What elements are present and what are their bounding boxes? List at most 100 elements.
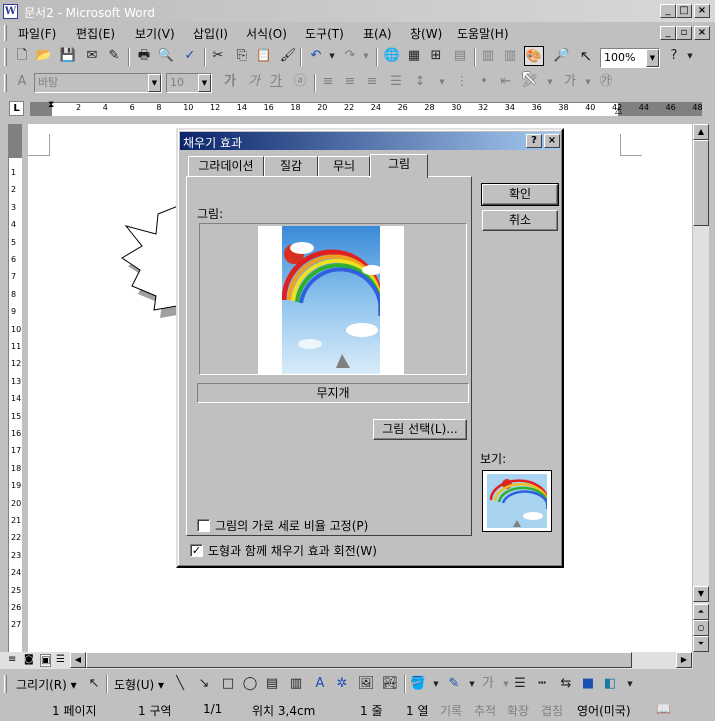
fill-color-icon[interactable]: 🪣 [408,674,428,694]
paste-icon[interactable]: 📋 [254,46,274,66]
status-ovr[interactable]: 겹침 [541,702,563,719]
toolbar-grip[interactable] [4,74,7,92]
draw-menu[interactable]: 그리기(R) ▾ [16,676,77,693]
status-rec[interactable]: 기록 [440,702,462,719]
clip-art-icon[interactable]: 🖼 [356,674,376,694]
justify-icon[interactable]: ☰ [386,72,406,92]
cut-icon[interactable]: ✂ [208,46,228,66]
show-hide-icon[interactable]: 🔎 [552,46,572,66]
save-icon[interactable]: 💾 [58,46,78,66]
hyperlink-icon[interactable]: 🌐 [382,46,402,66]
rotate-with-shape-label[interactable]: 도형과 함께 채우기 효과 회전(W) [208,542,377,559]
line-spacing-dropdown-icon[interactable]: ▼ [432,72,452,92]
help-dropdown-icon[interactable]: ▼ [680,46,700,66]
horizontal-scrollbar[interactable]: ≡ ◙ ▣ ☰ ◀ ▶ [0,652,693,669]
bullets-icon[interactable]: • [474,72,494,92]
indent-marker[interactable]: ⧗ [48,100,54,110]
dialog-close-icon[interactable]: × [544,134,560,148]
vertical-ruler[interactable]: 1 2 3 4 5 6 7 8 9 10 11 12 13 14 15 16 17 18 19 20 21 22 23 24 2… [8,124,22,652]
chevron-down-icon[interactable]: ▼ [646,49,659,67]
font-color-draw-icon[interactable]: 가 [478,674,498,694]
dash-style-icon[interactable]: ┅ [532,674,552,694]
tab-pattern[interactable]: 무늬 [318,156,370,176]
spelling-status-icon[interactable]: 📖 [656,702,671,716]
menu-tools[interactable]: 도구(T) [305,25,344,42]
tab-picture[interactable]: 그림 [370,154,428,178]
shadow-style-icon[interactable]: ■ [578,674,598,694]
permission-icon[interactable]: ✉ [82,46,102,66]
menubar-grip[interactable] [4,25,7,41]
horizontal-scroll-thumb[interactable] [86,652,632,668]
align-right-icon[interactable]: ≡ [362,72,382,92]
print-layout-icon[interactable]: ▣ [40,654,52,667]
numbering-icon[interactable]: ⋮ [452,72,472,92]
normal-view-icon[interactable]: ≡ [8,654,16,665]
line-style-icon[interactable]: ☰ [510,674,530,694]
menu-view[interactable]: 보기(V) [135,25,175,42]
print-icon[interactable]: 🖶 [134,46,154,66]
menu-table[interactable]: 표(A) [363,25,392,42]
lock-ratio-label[interactable]: 그림의 가로 세로 비율 고정(P) [215,517,368,534]
scroll-up-icon[interactable]: ▲ [693,124,709,140]
minimize-icon[interactable]: _ [660,4,676,18]
fill-color-dropdown-icon[interactable]: ▼ [426,674,446,694]
wordart-icon[interactable]: A [310,674,330,694]
maximize-icon[interactable]: □ [676,4,692,18]
columns-icon[interactable]: ▥ [478,46,498,66]
italic-icon[interactable]: 가 [244,72,264,92]
line-spacing-icon[interactable]: ↕ [410,72,430,92]
menu-help[interactable]: 도움말(H) [457,25,509,42]
tables-borders-icon[interactable]: ▦ [404,46,424,66]
decrease-indent-icon[interactable]: ⇤ [496,72,516,92]
menu-insert[interactable]: 삽입(I) [193,25,228,42]
cancel-button[interactable]: 취소 [482,210,558,231]
undo-dropdown-icon[interactable]: ▼ [322,46,342,66]
font-size-combo[interactable]: 10 ▼ [166,73,212,93]
vertical-scroll-thumb[interactable] [693,140,709,226]
ok-button[interactable]: 확인 [481,183,559,206]
toolbar-options-icon[interactable]: ▼ [620,674,640,694]
arrow-icon[interactable]: ↘ [194,674,214,694]
styles-icon[interactable]: A [12,72,32,92]
drawing-icon[interactable]: ▥ [500,46,520,66]
email-icon[interactable]: ✎ [104,46,124,66]
align-left-icon[interactable]: ≡ [318,72,338,92]
menu-format[interactable]: 서식(O) [246,25,287,42]
insert-worksheet-icon[interactable]: ▤ [450,46,470,66]
font-combo[interactable]: 바탕 ▼ [34,73,162,93]
browse-object-icon[interactable]: ○ [693,620,709,636]
redo-dropdown-icon[interactable]: ▼ [356,46,376,66]
vertical-scrollbar[interactable]: ▲ ▼ ⏶ ○ ⏷ [693,124,709,652]
zoom-combo[interactable]: 100% ▼ [600,48,660,68]
rectangle-icon[interactable]: □ [218,674,238,694]
tab-gradient[interactable]: 그라데이션 [188,156,264,176]
doc-restore-icon[interactable]: ▫ [676,26,692,40]
new-document-icon[interactable]: 🗋 [12,46,32,66]
print-preview-icon[interactable]: 🔍 [156,46,176,66]
enclose-char-icon[interactable]: ㉮ [596,72,616,92]
tab-stop-selector[interactable]: L [9,101,24,116]
line-icon[interactable]: ╲ [170,674,190,694]
spelling-icon[interactable]: ✓ [180,46,200,66]
outline-view-icon[interactable]: ☰ [56,654,65,665]
line-color-icon[interactable]: ✎ [444,674,464,694]
align-center-icon[interactable]: ≡ [340,72,360,92]
status-ext[interactable]: 확장 [507,702,529,719]
select-objects-icon[interactable]: ↖ [84,674,104,694]
lock-ratio-checkbox[interactable] [197,519,210,532]
status-trk[interactable]: 추적 [474,702,496,719]
vertical-text-box-icon[interactable]: ▥ [286,674,306,694]
doc-close-icon[interactable]: × [694,26,710,40]
rotate-with-shape-checkbox[interactable]: ✓ [190,544,203,557]
highlight-dropdown-icon[interactable]: ▼ [540,72,560,92]
arrow-style-icon[interactable]: ⇆ [556,674,576,694]
underline-icon[interactable]: 가 [266,72,286,92]
insert-table-icon[interactable]: ⊞ [426,46,446,66]
diagram-icon[interactable]: ✲ [332,674,352,694]
web-view-icon[interactable]: ◙ [24,654,34,665]
document-map-icon[interactable]: 🎨 [524,46,544,66]
chevron-down-icon[interactable]: ▼ [148,74,161,92]
autoshapes-menu[interactable]: 도형(U) ▾ [114,676,164,693]
menu-edit[interactable]: 편집(E) [76,25,115,42]
3d-style-icon[interactable]: ◧ [600,674,620,694]
